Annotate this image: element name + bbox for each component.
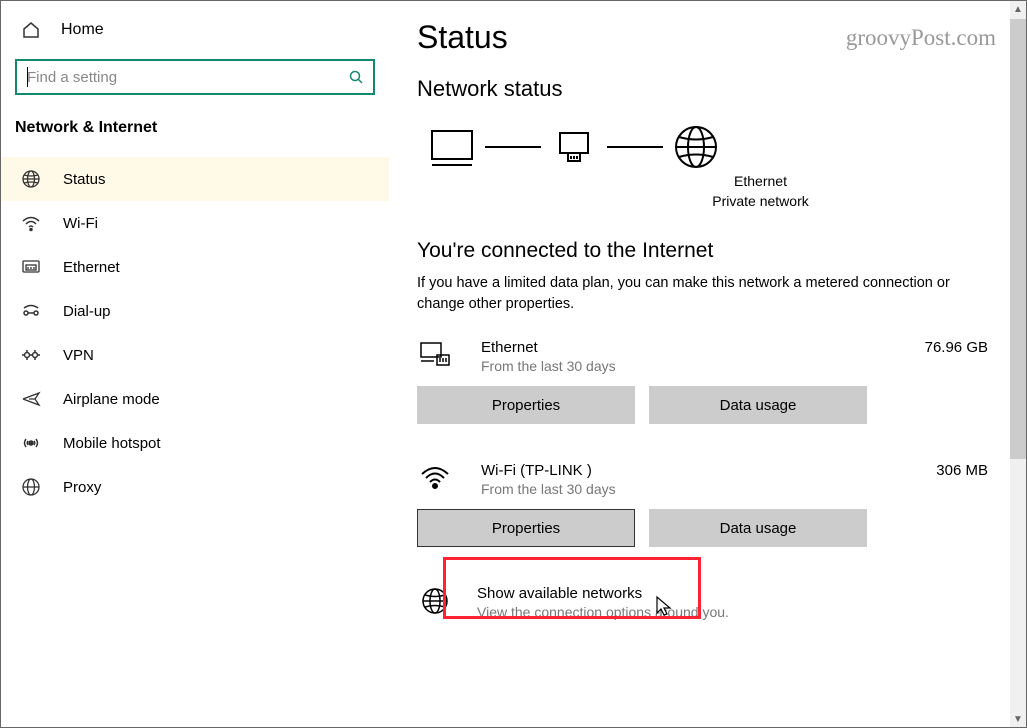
dialup-icon: [21, 301, 41, 321]
sidebar-item-proxy[interactable]: Proxy: [1, 465, 389, 509]
scrollbar-thumb[interactable]: [1010, 19, 1026, 459]
ethernet-icon: [21, 257, 41, 277]
diagram-line: [485, 146, 541, 148]
wifi-button-row: Properties Data usage: [417, 509, 988, 547]
sidebar-item-label: Ethernet: [63, 259, 120, 276]
watermark-text: groovyPost.com: [846, 25, 996, 51]
wifi-icon: [21, 213, 41, 233]
diagram-mid-label: Ethernet: [533, 172, 988, 192]
sidebar-item-label: Wi-Fi: [63, 215, 98, 232]
router-icon: [549, 126, 599, 168]
scrollbar-up-icon[interactable]: ▲: [1010, 1, 1026, 17]
ethernet-button-row: Properties Data usage: [417, 386, 988, 424]
sidebar-item-dialup[interactable]: Dial-up: [1, 289, 389, 333]
sidebar-item-hotspot[interactable]: Mobile hotspot: [1, 421, 389, 465]
search-icon: [349, 70, 363, 84]
available-sub: View the connection options around you.: [477, 604, 729, 620]
ethernet-properties-button[interactable]: Properties: [417, 386, 635, 424]
sidebar-item-vpn[interactable]: VPN: [1, 333, 389, 377]
globe-icon: [21, 169, 41, 189]
sidebar-item-label: Status: [63, 171, 106, 188]
connection-usage: 76.96 GB: [925, 339, 988, 356]
connection-usage: 306 MB: [936, 462, 988, 479]
sidebar-item-ethernet[interactable]: Ethernet: [1, 245, 389, 289]
sidebar-item-status[interactable]: Status: [1, 157, 389, 201]
search-input[interactable]: [27, 69, 349, 86]
network-diagram: [417, 126, 988, 168]
text-caret: [27, 67, 28, 87]
scrollbar-down-icon[interactable]: ▼: [1010, 711, 1026, 727]
available-title: Show available networks: [477, 585, 729, 602]
connection-sub: From the last 30 days: [481, 481, 908, 497]
connection-item-ethernet: Ethernet From the last 30 days 76.96 GB: [417, 339, 988, 374]
sidebar-item-label: VPN: [63, 347, 94, 364]
connected-desc: If you have a limited data plan, you can…: [417, 273, 988, 315]
wifi-device-icon: [417, 462, 453, 490]
scrollbar-track[interactable]: ▲ ▼: [1010, 1, 1026, 727]
ethernet-device-icon: [417, 339, 453, 369]
sidebar-item-label: Dial-up: [63, 303, 111, 320]
section-heading: Network status: [417, 76, 988, 102]
connection-name: Wi-Fi (TP-LINK ): [481, 462, 908, 479]
connection-item-wifi: Wi-Fi (TP-LINK ) From the last 30 days 3…: [417, 462, 988, 497]
hotspot-icon: [21, 433, 41, 453]
sidebar-section-title: Network & Internet: [1, 119, 389, 137]
sidebar: Home Network & Internet Status Wi-Fi Eth…: [1, 1, 389, 727]
diagram-mid-sub: Private network: [533, 192, 988, 212]
ethernet-data-usage-button[interactable]: Data usage: [649, 386, 867, 424]
airplane-icon: [21, 389, 41, 409]
sidebar-item-label: Airplane mode: [63, 391, 160, 408]
sidebar-item-label: Proxy: [63, 479, 101, 496]
home-icon: [21, 21, 41, 39]
sidebar-item-wifi[interactable]: Wi-Fi: [1, 201, 389, 245]
sidebar-item-label: Mobile hotspot: [63, 435, 161, 452]
globe-large-icon: [671, 126, 721, 168]
computer-icon: [427, 126, 477, 168]
connection-sub: From the last 30 days: [481, 358, 897, 374]
connection-name: Ethernet: [481, 339, 897, 356]
wifi-properties-button[interactable]: Properties: [417, 509, 635, 547]
vpn-icon: [21, 345, 41, 365]
sidebar-item-airplane[interactable]: Airplane mode: [1, 377, 389, 421]
home-row[interactable]: Home: [1, 21, 389, 39]
main-content: groovyPost.com Status Network status Eth…: [389, 1, 1026, 727]
diagram-caption: Ethernet Private network: [533, 172, 988, 211]
search-input-container[interactable]: [15, 59, 375, 95]
globe-small-icon: [417, 585, 453, 615]
diagram-line: [607, 146, 663, 148]
connected-heading: You're connected to the Internet: [417, 239, 988, 263]
wifi-data-usage-button[interactable]: Data usage: [649, 509, 867, 547]
proxy-icon: [21, 477, 41, 497]
home-label: Home: [61, 21, 104, 39]
available-networks-row[interactable]: Show available networks View the connect…: [417, 585, 988, 620]
